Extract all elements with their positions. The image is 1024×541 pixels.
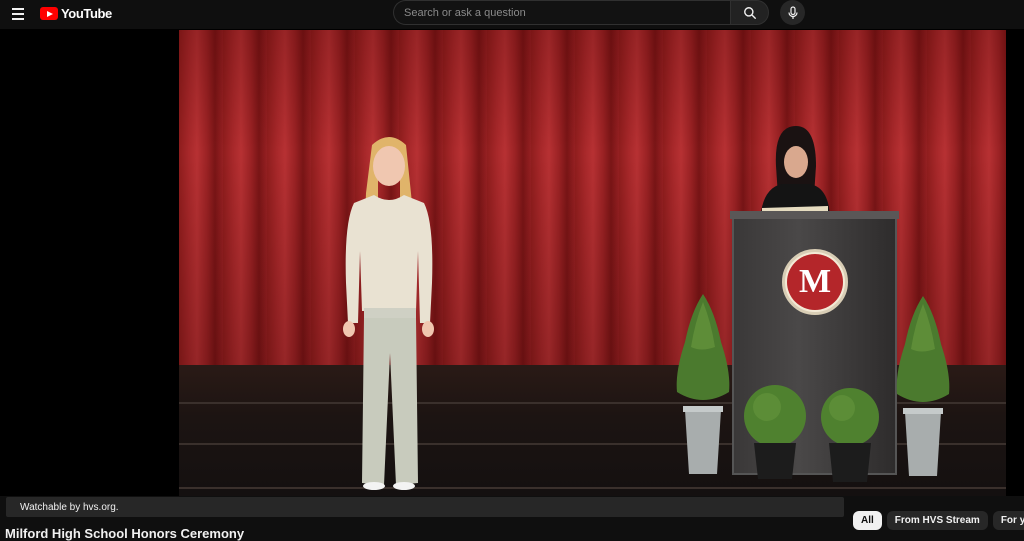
- microphone-icon: [787, 5, 798, 19]
- top-bar: YouTube: [0, 0, 1024, 29]
- chip-all[interactable]: All: [853, 511, 882, 530]
- search-box: [393, 0, 730, 25]
- boxwood-plant: [821, 388, 879, 482]
- topiary-plant: [676, 294, 730, 474]
- visibility-notice: Watchable by hvs.org.: [6, 497, 844, 517]
- chip-from-channel[interactable]: From HVS Stream: [886, 511, 988, 530]
- school-logo: M: [782, 249, 848, 315]
- search-button[interactable]: [730, 0, 769, 25]
- video-frame[interactable]: M: [179, 30, 1006, 496]
- logo-text: YouTube: [61, 6, 112, 21]
- visibility-notice-text: Watchable by hvs.org.: [20, 501, 119, 513]
- speaker-figure: [760, 126, 830, 221]
- youtube-logo-icon: [40, 7, 58, 20]
- video-player[interactable]: M: [0, 29, 1024, 496]
- topiary-plant: [896, 296, 950, 476]
- voice-search-button[interactable]: [780, 0, 805, 25]
- hamburger-icon: [12, 8, 24, 10]
- chip-for-you[interactable]: For you: [992, 511, 1024, 530]
- video-title: Milford High School Honors Ceremony: [5, 526, 245, 541]
- student-figure: [343, 137, 434, 490]
- youtube-logo[interactable]: YouTube: [40, 6, 112, 21]
- search-icon: [743, 6, 756, 19]
- hamburger-menu-button[interactable]: [8, 4, 28, 24]
- search-input[interactable]: [404, 6, 730, 19]
- boxwood-plant: [744, 385, 806, 479]
- filter-chips: All From HVS Stream For you: [853, 511, 1024, 530]
